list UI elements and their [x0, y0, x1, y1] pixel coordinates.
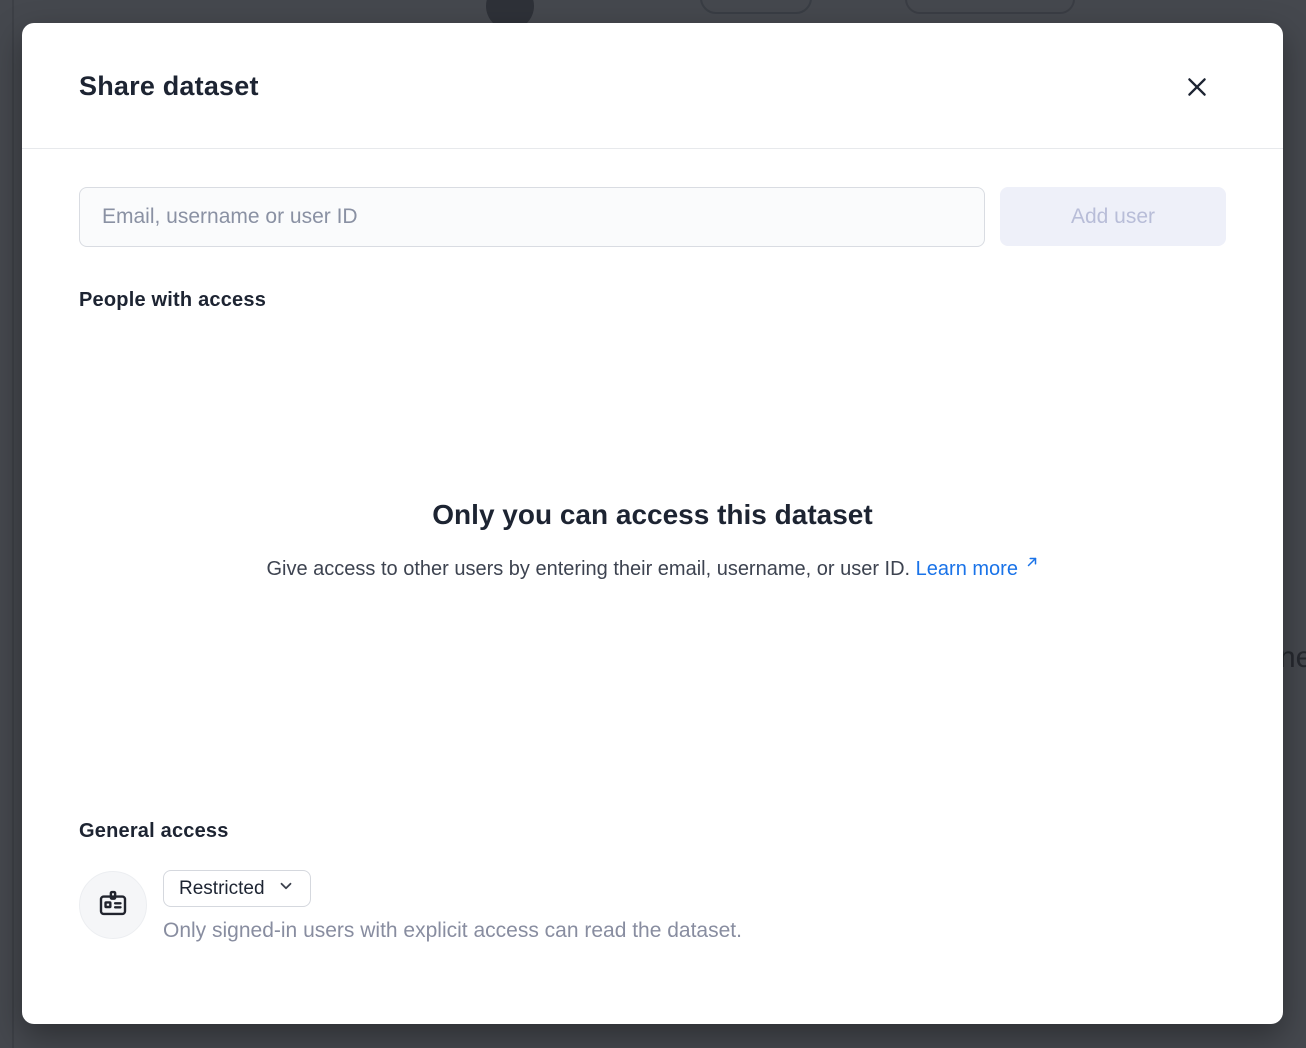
- share-dataset-modal: Share dataset Add user People with acces…: [22, 23, 1283, 1024]
- people-with-access-heading: People with access: [79, 287, 266, 313]
- general-access-avatar: [79, 871, 147, 939]
- general-access-description: Only signed-in users with explicit acces…: [163, 916, 742, 946]
- chevron-down-icon: [277, 877, 295, 900]
- add-user-button[interactable]: Add user: [1000, 187, 1226, 246]
- badge-id-icon: [97, 887, 129, 924]
- external-link-arrow-icon: [1024, 558, 1039, 580]
- general-access-selected-option: Restricted: [179, 878, 265, 900]
- empty-state-description-text: Give access to other users by entering t…: [266, 558, 910, 580]
- backdrop-edge-divider: [12, 0, 14, 1048]
- close-icon: [1184, 74, 1210, 100]
- backdrop-pill-shape: [700, 0, 812, 14]
- modal-title: Share dataset: [79, 70, 259, 102]
- empty-state-description: Give access to other users by entering t…: [22, 554, 1283, 584]
- modal-header: Share dataset: [22, 23, 1283, 149]
- close-button[interactable]: [1179, 69, 1215, 105]
- empty-state-title: Only you can access this dataset: [22, 497, 1283, 533]
- backdrop-pill-shape: [905, 0, 1075, 14]
- learn-more-label: Learn more: [916, 558, 1018, 580]
- general-access-dropdown[interactable]: Restricted: [163, 870, 311, 907]
- backdrop-text-fragment: ne: [1279, 641, 1306, 675]
- general-access-heading: General access: [79, 818, 229, 844]
- learn-more-link[interactable]: Learn more: [916, 558, 1039, 580]
- share-user-input[interactable]: [79, 187, 985, 247]
